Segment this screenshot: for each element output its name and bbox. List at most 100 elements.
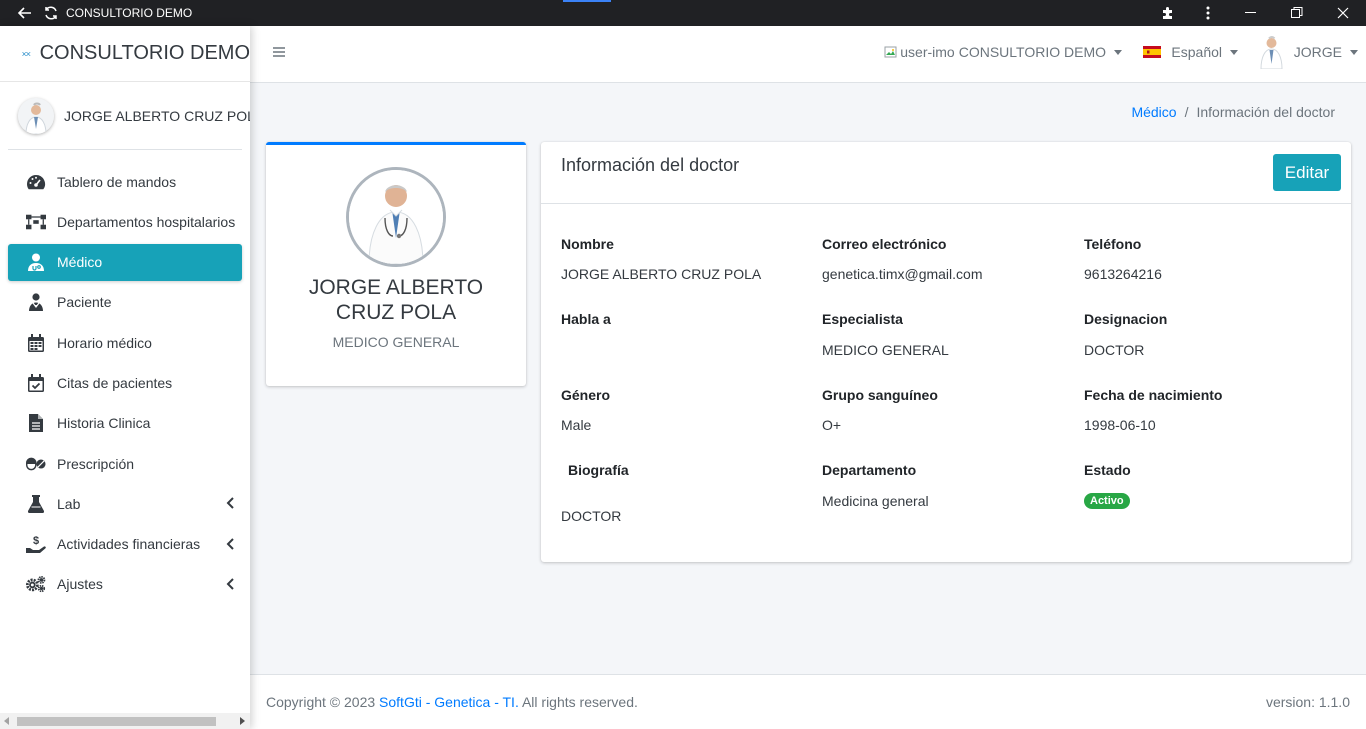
field-label-designation: Designacion xyxy=(1084,311,1168,327)
sidebar-item-label: Horario médico xyxy=(57,334,152,351)
language-selector[interactable]: Español xyxy=(1143,26,1238,78)
sidebar-item-label: Lab xyxy=(57,495,81,512)
dashboard-icon xyxy=(26,172,46,192)
sidebar-item-financial[interactable]: $ Actividades financieras xyxy=(8,526,242,563)
clinic-selector[interactable]: user-imo CONSULTORIO DEMO xyxy=(884,26,1122,78)
chevron-down-icon xyxy=(1230,49,1238,55)
user-menu-label: JORGE xyxy=(1293,44,1342,60)
sidebar-item-label: Ajustes xyxy=(57,576,103,593)
hand-money-icon: $ xyxy=(26,534,46,554)
sidebar-scrollbar[interactable] xyxy=(0,713,250,729)
edit-button[interactable]: Editar xyxy=(1273,154,1341,191)
doctor-icon xyxy=(26,252,46,272)
svg-text:$: $ xyxy=(33,535,39,547)
sidebar-item-lab[interactable]: Lab xyxy=(8,485,242,522)
pills-icon xyxy=(26,454,46,474)
sidebar-item-label: Médico xyxy=(57,254,103,271)
footer-version: version: 1.1.0 xyxy=(1265,694,1350,710)
sidebar-item-label: Departamentos hospitalarios xyxy=(57,213,236,230)
sidebar-item-settings[interactable]: Ajustes xyxy=(8,566,242,603)
footer-company-link[interactable]: SoftGti - Genetica - TI. xyxy=(379,694,519,710)
dna-logo-icon xyxy=(22,51,31,56)
clinic-selector-alt: user-imo xyxy=(900,44,955,60)
minimize-icon[interactable] xyxy=(1228,0,1274,26)
doctor-photo-icon xyxy=(18,97,54,134)
reload-icon[interactable] xyxy=(38,0,64,26)
sidebar-item-prescription[interactable]: Prescripción xyxy=(8,445,242,482)
field-label-phone: Teléfono xyxy=(1084,236,1142,252)
close-icon[interactable] xyxy=(1320,0,1366,26)
scrollbar-thumb[interactable] xyxy=(17,717,216,726)
field-label-specialist: Especialista xyxy=(822,311,903,327)
profile-photo xyxy=(346,167,446,267)
field-label-email: Correo electrónico xyxy=(822,236,947,252)
sidebar-item-label: Actividades financieras xyxy=(57,536,201,553)
menu-toggle-icon[interactable] xyxy=(272,43,288,61)
clinic-selector-label: CONSULTORIO DEMO xyxy=(958,44,1106,60)
sidebar-item-patient[interactable]: Paciente xyxy=(8,284,242,321)
broken-image-icon xyxy=(884,46,897,58)
sidebar-item-clinical-history[interactable]: Historia Clinica xyxy=(8,405,242,442)
breadcrumb: Médico / Información del doctor xyxy=(1131,104,1335,120)
user-panel[interactable]: JORGE ALBERTO CRUZ POLA xyxy=(8,82,250,150)
window-titlebar: CONSULTORIO DEMO xyxy=(0,0,1366,26)
field-value-gender: Male xyxy=(561,417,592,433)
window-title: CONSULTORIO DEMO xyxy=(66,6,193,20)
field-value-department: Medicina general xyxy=(822,493,929,509)
field-value-email: genetica.timx@gmail.com xyxy=(822,266,983,282)
calendar-icon xyxy=(26,333,46,353)
patient-icon xyxy=(26,292,46,312)
sidebar-item-doctor-schedule[interactable]: Horario médico xyxy=(8,324,242,361)
restore-icon[interactable] xyxy=(1274,0,1320,26)
info-title: Información del doctor xyxy=(561,155,740,175)
breadcrumb-link-doctor[interactable]: Médico xyxy=(1131,104,1176,120)
file-icon xyxy=(26,413,46,433)
user-name: JORGE ALBERTO CRUZ POLA xyxy=(64,107,250,124)
profile-name: JORGE ALBERTO CRUZ POLA xyxy=(308,276,484,324)
copyright-suffix: All rights reserved. xyxy=(518,694,638,710)
more-vertical-icon[interactable] xyxy=(1188,0,1228,26)
field-value-phone: 9613264216 xyxy=(1084,266,1162,282)
field-label-status: Estado xyxy=(1084,462,1131,478)
sidebar-item-doctor[interactable]: Médico xyxy=(8,243,242,281)
footer-copyright: Copyright © 2023 SoftGti - Genetica - TI… xyxy=(266,694,638,710)
back-arrow-icon[interactable] xyxy=(12,0,38,26)
chevron-left-icon xyxy=(226,578,234,590)
scroll-right-icon[interactable] xyxy=(239,717,245,725)
doctor-photo-icon xyxy=(349,170,443,264)
top-navbar: user-imo CONSULTORIO DEMO Español JORGE xyxy=(250,26,1366,83)
status-badge: Activo xyxy=(1084,493,1130,509)
chevron-left-icon xyxy=(226,537,234,550)
field-label-birthdate: Fecha de nacimiento xyxy=(1084,387,1223,403)
field-value-biography: DOCTOR xyxy=(561,508,622,524)
field-label-blood-group: Grupo sanguíneo xyxy=(822,387,938,403)
brand-name: CONSULTORIO DEMO xyxy=(39,42,250,64)
chevron-down-icon xyxy=(1114,49,1122,55)
brand[interactable]: CONSULTORIO DEMO xyxy=(0,26,250,82)
calendar-check-icon xyxy=(26,373,46,393)
extensions-icon[interactable] xyxy=(1148,0,1188,26)
sidebar-item-dashboard[interactable]: Tablero de mandos xyxy=(8,163,242,200)
user-avatar-icon xyxy=(1260,36,1283,69)
field-value-blood-group: O+ xyxy=(822,417,842,433)
departments-icon xyxy=(26,212,46,232)
field-value-designation: DOCTOR xyxy=(1084,342,1145,358)
user-menu[interactable]: JORGE xyxy=(1259,26,1358,78)
chevron-down-icon xyxy=(1350,49,1358,55)
footer: Copyright © 2023 SoftGti - Genetica - TI… xyxy=(250,674,1366,729)
sidebar-item-departments[interactable]: Departamentos hospitalarios xyxy=(8,203,242,240)
chevron-left-icon xyxy=(226,497,234,510)
sidebar-item-label: Historia Clinica xyxy=(57,415,151,432)
info-card-header: Información del doctor Editar xyxy=(541,142,1351,204)
sidebar-item-label: Paciente xyxy=(57,294,112,311)
field-label-name: Nombre xyxy=(561,236,614,252)
field-label-speaks: Habla a xyxy=(561,311,611,327)
sidebar-item-label: Prescripción xyxy=(57,455,135,472)
language-label: Español xyxy=(1171,44,1222,60)
copyright-prefix: Copyright © 2023 xyxy=(266,694,380,710)
sidebar-item-appointments[interactable]: Citas de pacientes xyxy=(8,364,242,401)
breadcrumb-current: Información del doctor xyxy=(1196,104,1335,120)
field-label-gender: Género xyxy=(561,387,611,403)
scroll-left-icon[interactable] xyxy=(4,717,10,725)
sidebar-nav: Tablero de mandos Departamentos hospital… xyxy=(0,150,250,603)
